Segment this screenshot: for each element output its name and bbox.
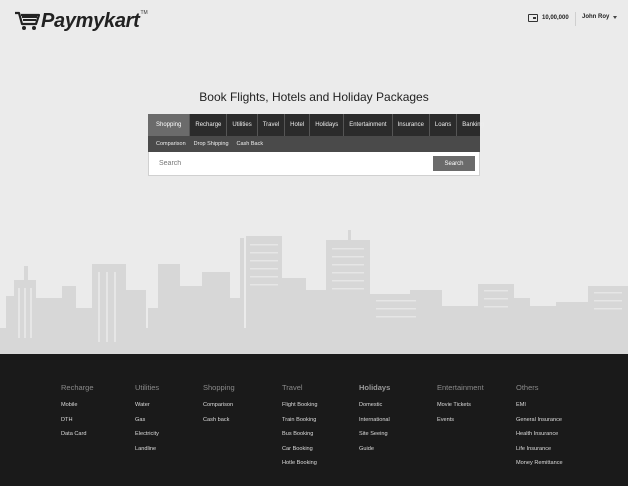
footer-link[interactable]: Gas <box>135 416 159 431</box>
footer-link[interactable]: Comparison <box>203 401 235 416</box>
subtab-cash-back[interactable]: Cash Back <box>237 141 264 147</box>
footer-link[interactable]: Bus Booking <box>282 430 317 445</box>
cart-icon <box>15 11 40 30</box>
city-skyline-illustration <box>0 230 628 354</box>
footer-column-title: Entertainment <box>437 383 484 392</box>
footer-column-travel: Travel Flight Booking Train Booking Bus … <box>282 383 317 474</box>
subtab-comparison[interactable]: Comparison <box>156 141 186 147</box>
logo-trademark: TM <box>140 10 148 16</box>
brand-logo[interactable]: Paymykart TM <box>14 10 148 32</box>
wallet-balance[interactable]: 10,00,000 <box>528 14 569 22</box>
chevron-down-icon <box>613 15 618 19</box>
footer-column-shopping: Shopping Comparison Cash back <box>203 383 235 430</box>
subtab-drop-shipping[interactable]: Drop Shipping <box>194 141 229 147</box>
tab-hotel[interactable]: Hotel <box>285 114 311 136</box>
tab-holidays[interactable]: Holidays <box>310 114 345 136</box>
tab-travel[interactable]: Travel <box>258 114 286 136</box>
tab-utilities[interactable]: Utilities <box>227 114 258 136</box>
footer-link[interactable]: Hotle Booking <box>282 459 317 474</box>
user-name: John Roy <box>582 14 610 20</box>
wallet-icon <box>528 14 538 22</box>
footer-link[interactable]: Train Booking <box>282 416 317 431</box>
footer-link[interactable]: Domestic <box>359 401 390 416</box>
footer-column-title: Recharge <box>61 383 94 392</box>
footer-link[interactable]: Flight Booking <box>282 401 317 416</box>
footer-link[interactable]: Site Seeing <box>359 430 390 445</box>
tab-entertainment[interactable]: Entertainment <box>344 114 393 136</box>
tab-loans[interactable]: Loans <box>430 114 458 136</box>
tab-shopping[interactable]: Shopping <box>148 114 191 136</box>
footer-link[interactable]: Money Remittance <box>516 459 563 474</box>
footer-column-entertainment: Entertainment Movie Tickets Events <box>437 383 484 430</box>
footer-link[interactable]: EMI <box>516 401 563 416</box>
search-button[interactable]: Search <box>433 156 475 171</box>
footer-link[interactable]: DTH <box>61 416 94 431</box>
footer-column-title: Holidays <box>359 383 391 392</box>
category-tabs: Shopping Recharge Utilities Travel Hotel… <box>148 114 484 136</box>
footer-column-utilities: Utilities Water Gas Electricity Landline <box>135 383 159 459</box>
booking-widget: Shopping Recharge Utilities Travel Hotel… <box>148 114 484 176</box>
footer-link[interactable]: International <box>359 416 390 431</box>
footer-link[interactable]: Events <box>437 416 484 431</box>
footer-column-holidays: Holidays Domestic International Site See… <box>359 383 390 459</box>
footer-link[interactable]: Data Card <box>61 430 94 445</box>
search-bar: Search <box>148 152 480 176</box>
footer-column-recharge: Recharge Mobile DTH Data Card <box>61 383 94 445</box>
logo-text: Paymykart <box>41 10 140 32</box>
footer-link[interactable]: Movie Tickets <box>437 401 484 416</box>
wallet-amount: 10,00,000 <box>542 15 569 21</box>
sub-tabs: Comparison Drop Shipping Cash Back <box>148 136 480 152</box>
tab-banking[interactable]: Banking <box>457 114 489 136</box>
site-footer: Recharge Mobile DTH Data Card Utilities … <box>0 354 628 486</box>
page-title: Book Flights, Hotels and Holiday Package… <box>199 90 429 104</box>
footer-link[interactable]: Car Booking <box>282 445 317 460</box>
tab-insurance[interactable]: Insurance <box>393 114 430 136</box>
footer-column-others: Others EMI General Insurance Health Insu… <box>516 383 563 474</box>
footer-column-title: Utilities <box>135 383 160 392</box>
footer-link[interactable]: Guide <box>359 445 390 460</box>
search-input[interactable] <box>159 158 429 169</box>
footer-link[interactable]: Cash back <box>203 416 235 431</box>
footer-link[interactable]: Life Insurance <box>516 445 563 460</box>
footer-link[interactable]: Electricity <box>135 430 159 445</box>
top-header: Paymykart TM 10,00,000 John Roy <box>0 0 628 40</box>
footer-column-title: Travel <box>282 383 303 392</box>
footer-link[interactable]: Mobile <box>61 401 94 416</box>
footer-link[interactable]: General Insurance <box>516 416 563 431</box>
footer-column-title: Others <box>516 383 539 392</box>
footer-column-title: Shopping <box>203 383 235 392</box>
header-divider <box>575 12 576 26</box>
user-menu[interactable]: John Roy <box>582 14 618 20</box>
footer-link[interactable]: Water <box>135 401 159 416</box>
footer-link[interactable]: Landline <box>135 445 159 460</box>
footer-link[interactable]: Health Insurance <box>516 430 563 445</box>
tab-recharge[interactable]: Recharge <box>190 114 228 136</box>
